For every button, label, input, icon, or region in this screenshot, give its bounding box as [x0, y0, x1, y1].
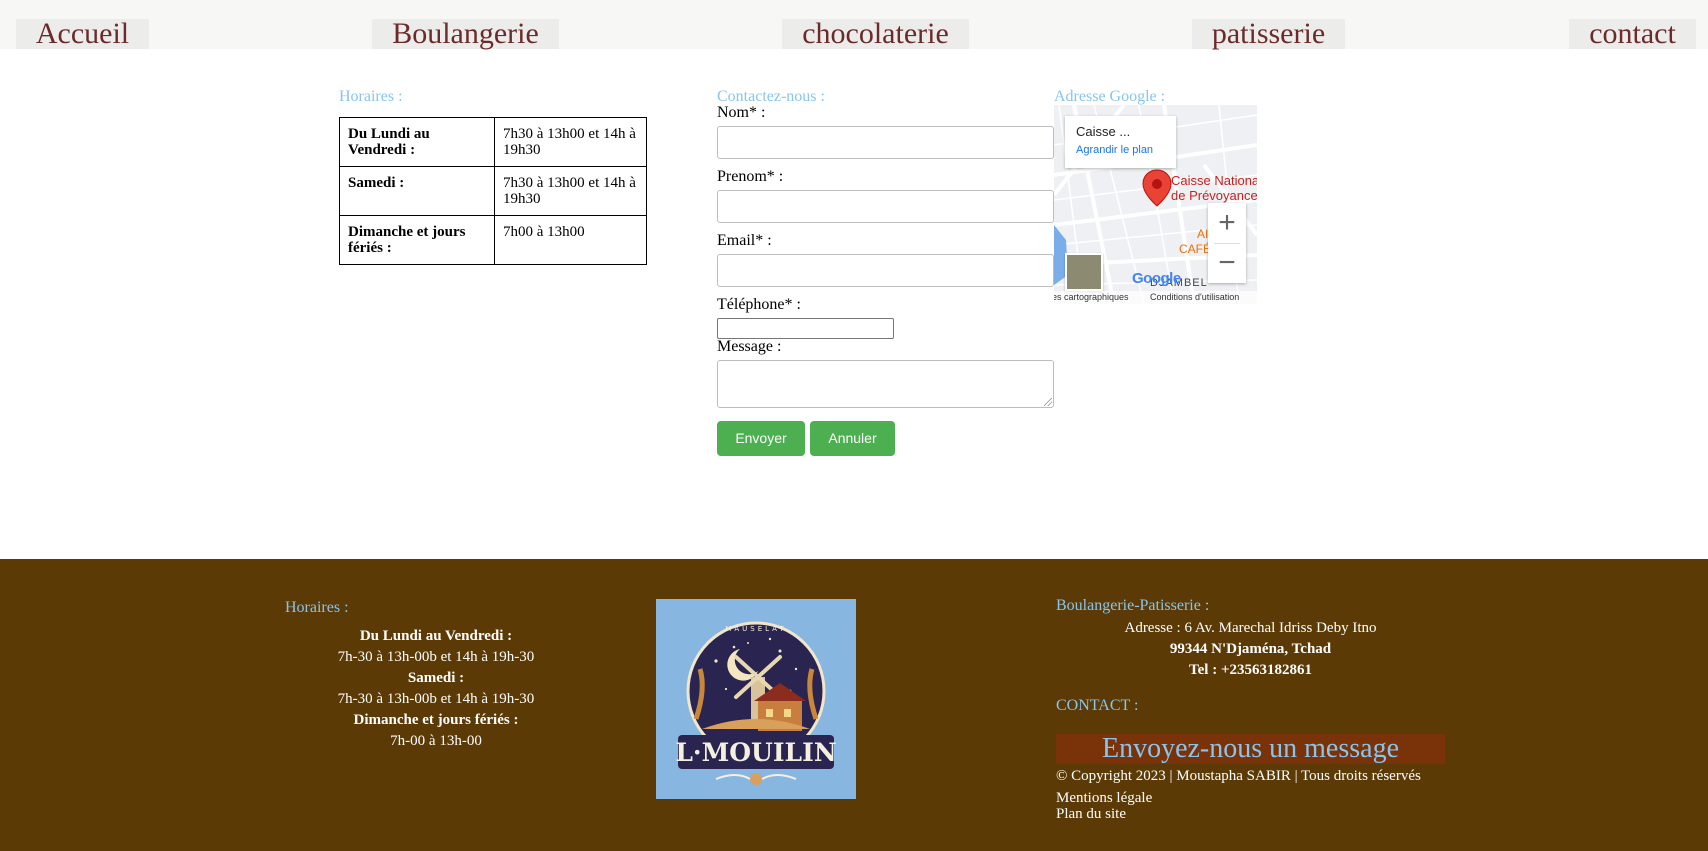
resize-grip-icon[interactable]: [1044, 398, 1052, 406]
footer-hours-line: Dimanche et jours fériés :: [353, 712, 519, 728]
map-place-line: Caisse Nationale: [1171, 173, 1257, 188]
map-pin-icon[interactable]: [1142, 169, 1172, 207]
hours-day: Dimanche et jours fériés :: [339, 215, 495, 265]
hours-day: Du Lundi au Vendredi :: [339, 117, 495, 167]
map-data-link[interactable]: es cartographiques: [1054, 292, 1129, 302]
message-label: Message :: [717, 338, 782, 355]
hours-title: Horaires :: [339, 88, 403, 105]
map-poi-line: CAFÉ: [1179, 242, 1212, 256]
enlarge-map-link[interactable]: Agrandir le plan: [1076, 144, 1165, 157]
cancel-button[interactable]: Annuler: [810, 421, 895, 456]
zoom-out-button[interactable]: −: [1208, 243, 1246, 283]
map-place-line: de Prévoyance: [1171, 188, 1257, 203]
telephone-label: Téléphone* :: [717, 296, 801, 313]
nom-label: Nom* :: [717, 104, 766, 121]
email-field[interactable]: [717, 254, 1054, 287]
hours-table: Du Lundi au Vendredi : 7h30 à 13h00 et 1…: [339, 117, 647, 265]
email-label: Email* :: [717, 232, 772, 249]
google-logo-text: Google: [1132, 270, 1181, 287]
footer-hours-line: Samedi :: [407, 670, 465, 686]
footer-hours: Du Lundi au Vendredi : 7h-30 à 13h-00b e…: [300, 626, 572, 752]
business-title: Boulangerie-Patisserie :: [1056, 597, 1210, 614]
phone-number: Tel : +23563182861: [1189, 662, 1312, 678]
footer: Horaires : Du Lundi au Vendredi : 7h-30 …: [0, 559, 1708, 851]
address-city: 99344 N'Djaména, Tchad: [1169, 641, 1332, 657]
send-message-button[interactable]: Envoyez-nous un message: [1056, 734, 1445, 764]
top-navigation: Accueil Boulangerie chocolaterie patisse…: [0, 0, 1708, 49]
logo-wordmark: L·MOUILIN: [675, 738, 836, 767]
contact-title: CONTACT :: [1056, 697, 1139, 714]
logo-graphic: L·MOUILIN MAUSELAT: [675, 621, 837, 785]
nav-link-boulangerie[interactable]: Boulangerie: [372, 19, 559, 49]
footer-hours-line: 7h-30 à 13h-00b et 14h à 19h-30: [337, 649, 535, 665]
copyright-text: © Copyright 2023 | Moustapha SABIR | Tou…: [1056, 768, 1421, 784]
prenom-field[interactable]: [717, 190, 1054, 223]
table-row: Dimanche et jours fériés : 7h00 à 13h00: [339, 215, 647, 265]
footer-hours-line: 7h-30 à 13h-00b et 14h à 19h-30: [337, 691, 535, 707]
prenom-label: Prenom* :: [717, 168, 784, 185]
map-zoom-control: + −: [1208, 203, 1246, 283]
send-button[interactable]: Envoyer: [717, 421, 805, 456]
nav-link-accueil[interactable]: Accueil: [16, 19, 149, 49]
bakery-logo: L·MOUILIN MAUSELAT: [656, 599, 856, 799]
footer-hours-title: Horaires :: [285, 599, 349, 616]
map-title: Adresse Google :: [1054, 88, 1166, 105]
footer-hours-line: Du Lundi au Vendredi :: [359, 628, 513, 644]
logo-arc-text: MAUSELAT: [725, 625, 786, 633]
map-place-label: Caisse Nationale de Prévoyance: [1171, 173, 1257, 203]
zoom-in-button[interactable]: +: [1208, 203, 1246, 243]
table-row: Samedi : 7h30 à 13h00 et 14h à 19h30: [339, 166, 647, 216]
hours-time: 7h30 à 13h00 et 14h à 19h30: [494, 166, 647, 216]
map-terms-link[interactable]: Conditions d'utilisation: [1150, 291, 1239, 304]
sitemap-link[interactable]: Plan du site: [1056, 806, 1126, 823]
table-row: Du Lundi au Vendredi : 7h30 à 13h00 et 1…: [339, 117, 647, 167]
footer-hours-line: 7h-00 à 13h-00: [390, 733, 482, 749]
nom-field[interactable]: [717, 126, 1054, 159]
google-map[interactable]: Caisse ... Agrandir le plan Caisse Natio…: [1054, 105, 1257, 304]
nav-link-contact[interactable]: contact: [1569, 19, 1696, 49]
message-textarea[interactable]: [717, 360, 1054, 408]
satellite-toggle[interactable]: [1065, 253, 1103, 291]
hours-time: 7h30 à 13h00 et 14h à 19h30: [494, 117, 647, 167]
google-logo: Google: [1132, 270, 1181, 287]
map-attribution: es cartographiques Conditions d'utilisat…: [1054, 291, 1257, 304]
nav-link-patisserie[interactable]: patisserie: [1192, 19, 1345, 49]
zoom-divider: [1214, 243, 1240, 244]
legal-notice-link[interactable]: Mentions légale: [1056, 790, 1152, 807]
hours-time: 7h00 à 13h00: [494, 215, 647, 265]
nav-link-chocolaterie[interactable]: chocolaterie: [782, 19, 969, 49]
hours-day: Samedi :: [339, 166, 495, 216]
map-card-title: Caisse ...: [1076, 124, 1131, 139]
map-info-card: Caisse ... Agrandir le plan: [1065, 116, 1176, 168]
address-line: Adresse : 6 Av. Marechal Idriss Deby Itn…: [1124, 620, 1377, 636]
telephone-field[interactable]: [717, 318, 894, 339]
